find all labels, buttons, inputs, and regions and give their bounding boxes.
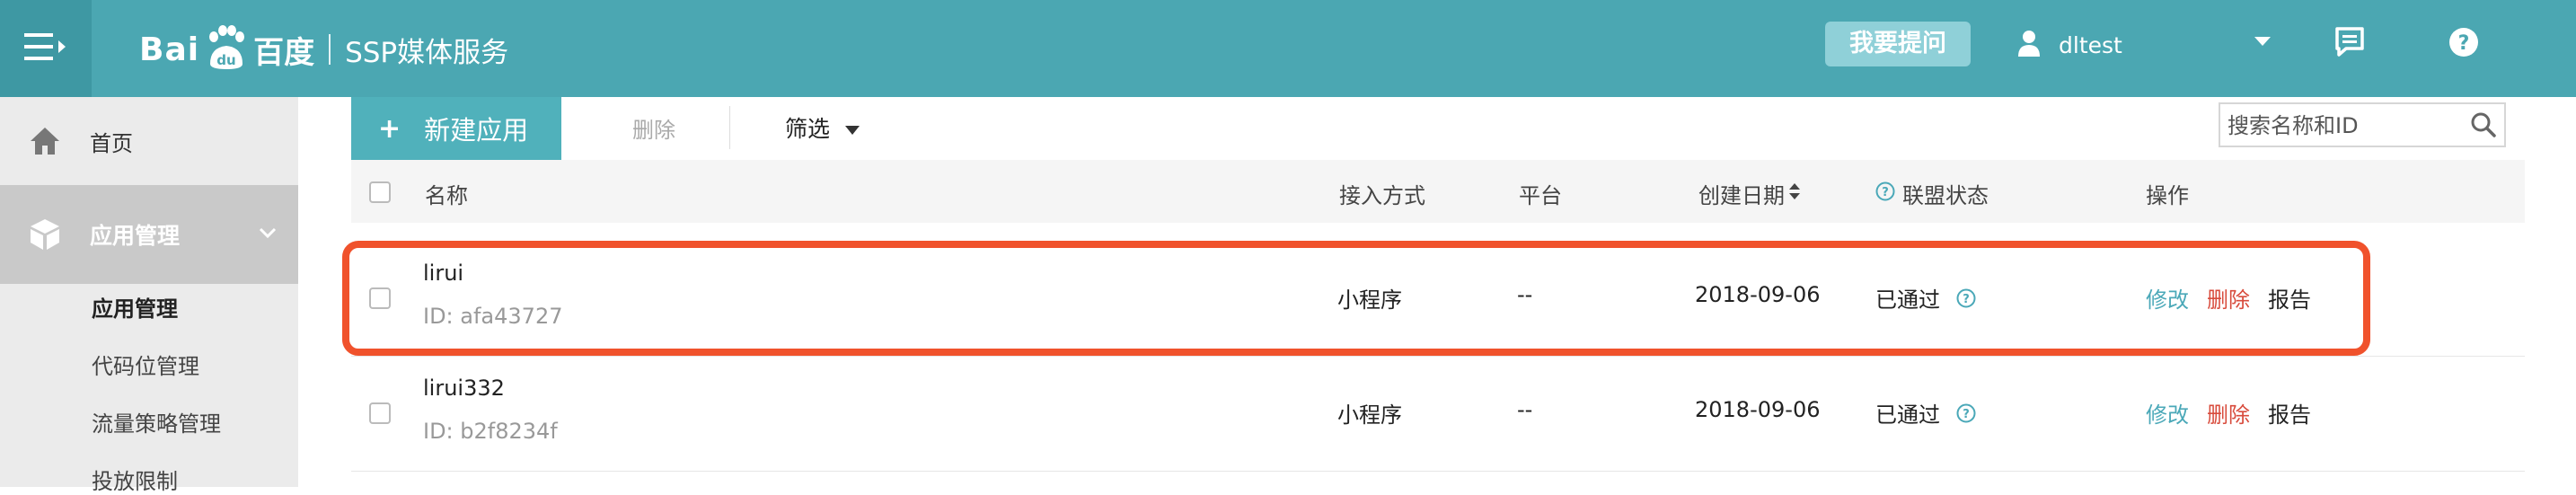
- chevron-down-icon: [259, 225, 277, 242]
- user-menu[interactable]: dltest: [2017, 25, 2122, 65]
- caret-down-icon[interactable]: [2253, 34, 2272, 51]
- sidebar-sub-delivery-limit[interactable]: 投放限制: [92, 464, 178, 495]
- svg-text:?: ?: [1882, 186, 1889, 199]
- access-method: 小程序: [1337, 402, 1402, 428]
- filter-button[interactable]: 筛选: [785, 111, 860, 144]
- svg-text:?: ?: [2458, 32, 2470, 55]
- column-header-platform: 平台: [1519, 183, 1562, 208]
- sidebar-item-home[interactable]: 首页: [0, 97, 298, 185]
- status-header-label: 联盟状态: [1902, 183, 1989, 208]
- logo-du-text: du: [216, 52, 235, 68]
- sidebar-sub-traffic-strategy[interactable]: 流量策略管理: [92, 406, 221, 438]
- paw-icon: du: [203, 24, 250, 75]
- status-question-icon[interactable]: ?: [1956, 403, 1976, 429]
- search-box: [2219, 102, 2506, 147]
- column-header-name: 名称: [425, 183, 468, 208]
- top-bar: Bai du 百度 SSP媒体服务 我要提问 dltest ?: [0, 0, 2576, 97]
- new-app-label: 新建应用: [424, 115, 529, 146]
- report-link[interactable]: 报告: [2268, 397, 2311, 429]
- logo-divider: [329, 34, 331, 65]
- username: dltest: [2059, 31, 2122, 58]
- sidebar-item-app-management[interactable]: 应用管理: [0, 185, 298, 284]
- row-highlight-outline: [342, 241, 2370, 356]
- search-input[interactable]: [2226, 110, 2454, 142]
- status-text: 已通过: [1875, 402, 1940, 428]
- sidebar-app-management-label: 应用管理: [90, 223, 181, 249]
- baidu-logo[interactable]: Bai du 百度 SSP媒体服务: [139, 18, 508, 81]
- column-header-actions: 操作: [2146, 183, 2189, 208]
- app-id: ID: b2f8234f: [423, 419, 558, 444]
- column-header-date[interactable]: 创建日期: [1698, 178, 1801, 209]
- edit-link[interactable]: 修改: [2146, 397, 2189, 429]
- ask-question-button[interactable]: 我要提问: [1825, 22, 1971, 66]
- toolbar-divider: [729, 106, 730, 149]
- date-header-label: 创建日期: [1698, 183, 1785, 208]
- created-date: 2018-09-06: [1695, 397, 1821, 422]
- help-question-icon[interactable]: ?: [2448, 27, 2479, 61]
- sidebar: 首页 应用管理 应用管理 代码位管理 流量策略管理 投放限制: [0, 97, 298, 494]
- status-help-icon[interactable]: ?: [1875, 181, 1895, 207]
- delete-link[interactable]: 删除: [2207, 397, 2250, 429]
- new-app-button[interactable]: + 新建应用: [351, 97, 561, 160]
- plus-icon: +: [378, 112, 401, 145]
- user-icon: [2017, 30, 2041, 60]
- box-icon: [27, 217, 63, 252]
- service-name: SSP媒体服务: [345, 36, 509, 69]
- hamburger-icon: [24, 31, 67, 66]
- search-icon[interactable]: [2470, 111, 2497, 142]
- sidebar-sub-app-management[interactable]: 应用管理: [92, 291, 178, 323]
- delete-button[interactable]: 删除: [632, 112, 675, 144]
- logo-chinese: 百度: [253, 34, 315, 71]
- home-icon: [27, 123, 63, 159]
- sort-icon[interactable]: [1788, 181, 1801, 207]
- column-header-status: ? 联盟状态: [1875, 178, 1989, 209]
- select-all-checkbox[interactable]: [369, 181, 391, 203]
- app-name[interactable]: lirui332: [423, 376, 505, 401]
- table-row: lirui332 ID: b2f8234f 小程序 -- 2018-09-06 …: [351, 356, 2525, 472]
- row-checkbox[interactable]: [369, 402, 391, 424]
- union-status: 已通过 ?: [1875, 397, 1976, 429]
- sidebar-home-label: 首页: [90, 130, 133, 156]
- svg-text:?: ?: [1963, 408, 1970, 421]
- caret-down-icon: [844, 115, 860, 141]
- filter-label: 筛选: [785, 116, 831, 142]
- column-header-access: 接入方式: [1339, 183, 1425, 208]
- logo-latin: Bai: [139, 31, 200, 68]
- table-header: 名称 接入方式 平台 创建日期 ? 联盟状态 操作: [351, 160, 2525, 223]
- message-icon[interactable]: [2333, 25, 2366, 61]
- platform: --: [1517, 397, 1533, 422]
- menu-toggle-button[interactable]: [0, 0, 92, 97]
- sidebar-sub-code-slot[interactable]: 代码位管理: [92, 349, 199, 380]
